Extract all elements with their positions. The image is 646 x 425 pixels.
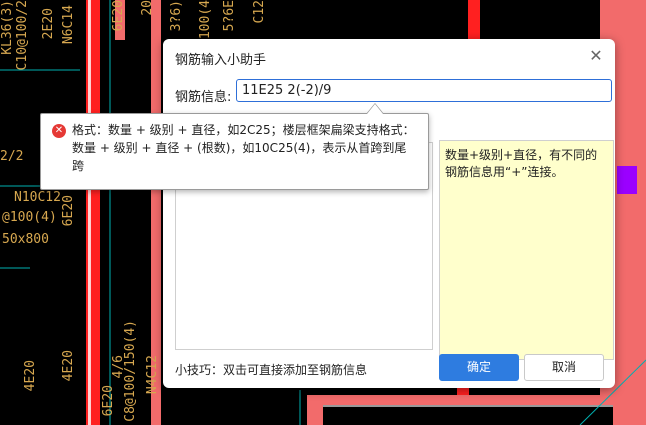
cad-beam-top: [468, 0, 480, 40]
cad-label: 5?6E: [222, 0, 237, 32]
cad-label: KL36(3): [0, 0, 15, 55]
cad-label: N6C14: [61, 5, 76, 45]
cad-label: N4C12: [145, 355, 160, 395]
cad-label: 6E20: [101, 385, 116, 417]
cad-label: C10@100/2: [15, 0, 30, 71]
cad-label: 3?6): [169, 0, 184, 32]
dialog-title: 钢筋输入小助手: [175, 53, 267, 68]
error-icon: ✕: [52, 124, 66, 138]
cad-marker: [617, 166, 637, 194]
cad-label: N10C12: [14, 190, 61, 205]
cad-label: 6E20: [61, 195, 76, 227]
cad-label: 2E20: [41, 8, 56, 40]
cad-label: @100(4): [2, 210, 57, 225]
cad-label: 6E20: [111, 0, 126, 32]
rebar-info-label: 钢筋信息:: [175, 90, 232, 105]
usage-tip: 小技巧：双击可直接添加至钢筋信息: [175, 363, 368, 377]
cad-label: 20: [140, 0, 155, 16]
rebar-hint-panel: 数量+级别+直径，有不同的钢筋信息用“+”连接。: [439, 140, 614, 360]
cad-area-bottom-line: [323, 405, 613, 407]
rebar-info-input[interactable]: [236, 79, 612, 102]
rebar-input-dialog: 钢筋输入小助手 ✕ 钢筋信息: 数量+级别+直径，有不同的钢筋信息用“+”连接。…: [163, 39, 615, 388]
format-error-text: 格式：数量 + 级别 + 直径，如2C25；楼层框架扁梁支持格式：数量 + 级别…: [72, 123, 415, 173]
cad-label: C8@100/150(4): [123, 320, 138, 422]
cad-label: 50x800: [2, 232, 49, 247]
cad-beam-left-edge: [88, 0, 91, 425]
cad-label: 4E20: [23, 360, 38, 392]
cad-label: C12: [252, 0, 267, 24]
cad-label: 4E20: [61, 350, 76, 382]
cancel-button[interactable]: 取消: [524, 354, 604, 381]
ok-button[interactable]: 确定: [439, 354, 519, 381]
cad-area-bottom-inner: [323, 405, 613, 425]
close-icon[interactable]: ✕: [587, 47, 605, 65]
tooltip-arrow: [366, 103, 384, 114]
format-error-tooltip: ✕ 格式：数量 + 级别 + 直径，如2C25；楼层框架扁梁支持格式：数量 + …: [40, 103, 429, 190]
cad-label: 2/2: [0, 149, 24, 164]
